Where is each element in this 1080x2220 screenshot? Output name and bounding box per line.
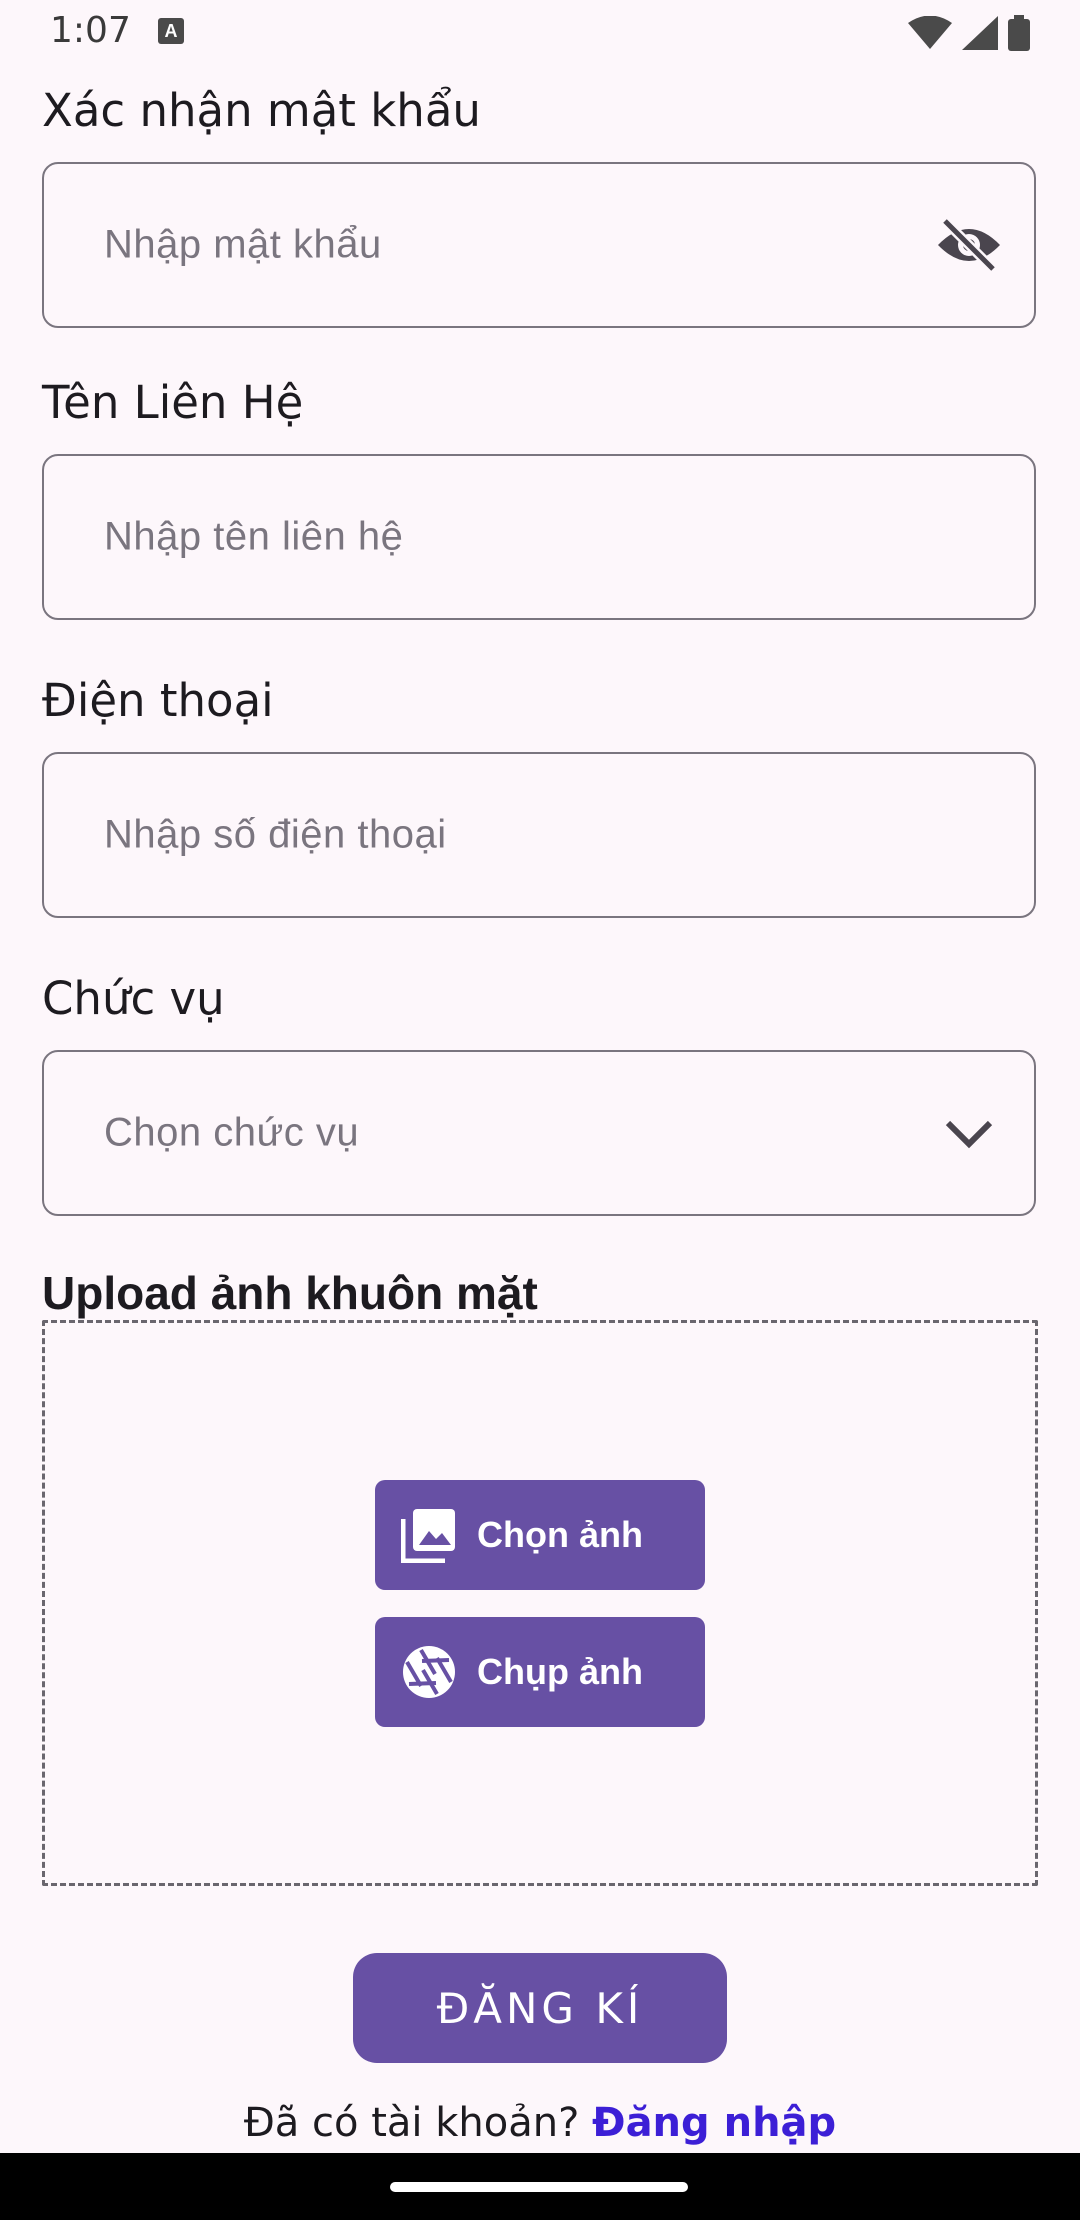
login-link[interactable]: Đăng nhập [592, 2100, 836, 2146]
position-dropdown[interactable]: Chọn chức vụ [42, 1050, 1036, 1216]
upload-dropzone[interactable] [42, 1320, 1038, 1886]
notification-badge-icon: A [158, 18, 184, 44]
choose-photo-label: Chọn ảnh [477, 1514, 643, 1555]
photo-library-icon [401, 1507, 457, 1563]
status-icons [908, 14, 1030, 52]
contact-name-placeholder: Nhập tên liên hệ [104, 514, 404, 559]
confirm-password-label: Xác nhận mật khẩu [42, 84, 481, 137]
contact-name-label: Tên Liên Hệ [42, 376, 304, 429]
choose-photo-button[interactable]: Chọn ảnh [375, 1480, 705, 1590]
phone-placeholder: Nhập số điện thoại [104, 812, 447, 857]
take-photo-button[interactable]: Chụp ảnh [375, 1617, 705, 1727]
phone-label: Điện thoại [42, 674, 274, 727]
signal-icon [962, 16, 998, 50]
confirm-password-placeholder: Nhập mật khẩu [104, 222, 382, 267]
contact-name-field[interactable]: Nhập tên liên hệ [42, 454, 1036, 620]
visibility-off-icon[interactable] [934, 210, 1004, 280]
upload-label: Upload ảnh khuôn mặt [42, 1267, 538, 1319]
phone-field[interactable]: Nhập số điện thoại [42, 752, 1036, 918]
position-label: Chức vụ [42, 972, 225, 1025]
register-button[interactable]: ĐĂNG KÍ [353, 1953, 727, 2063]
position-placeholder: Chọn chức vụ [104, 1110, 360, 1155]
confirm-password-field[interactable]: Nhập mật khẩu [42, 162, 1036, 328]
status-bar: 1:07 A [0, 0, 1080, 66]
home-gesture-handle[interactable] [390, 2182, 688, 2192]
take-photo-label: Chụp ảnh [477, 1651, 643, 1692]
chevron-down-icon[interactable] [934, 1098, 1004, 1168]
wifi-icon [908, 16, 952, 49]
login-prompt-text: Đã có tài khoản? [243, 2100, 580, 2146]
battery-icon [1008, 15, 1030, 51]
camera-shutter-icon [401, 1644, 457, 1700]
status-time: 1:07 [50, 10, 131, 51]
login-prompt-line: Đã có tài khoản? Đăng nhập [0, 2100, 1080, 2146]
